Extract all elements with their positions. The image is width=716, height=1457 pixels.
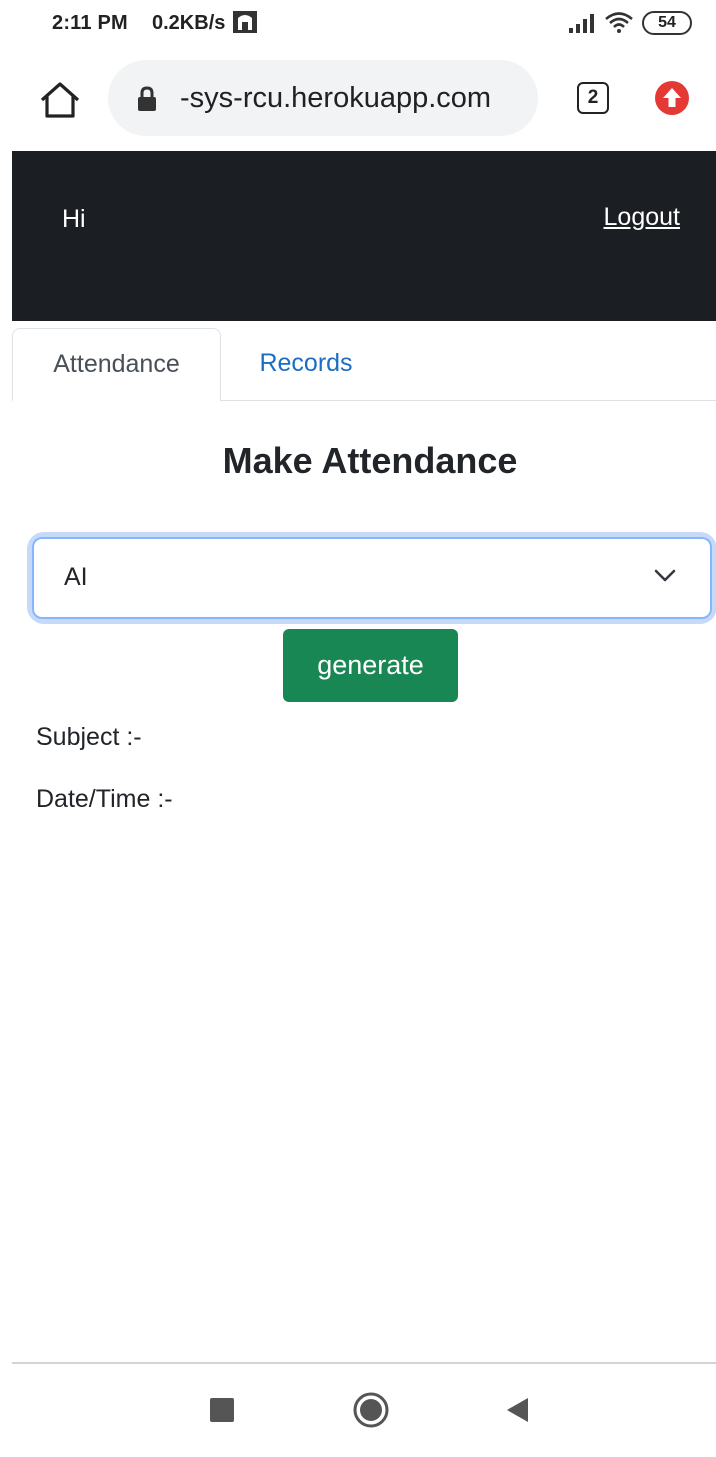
tab-records[interactable]: Records [221, 328, 391, 401]
generate-button[interactable]: generate [283, 629, 458, 702]
lock-icon [138, 86, 156, 111]
status-time: 2:11 PM [52, 12, 128, 34]
tab-attendance[interactable]: Attendance [12, 328, 221, 402]
subject-select[interactable]: AI [32, 537, 712, 619]
wifi-icon [605, 12, 633, 33]
logout-link[interactable]: Logout [604, 203, 680, 232]
subject-select-value: AI [64, 563, 88, 591]
greeting-text: Hi [62, 205, 86, 233]
status-net-speed: 0.2KB/s [152, 12, 226, 34]
status-bar: 2:11 PM 0.2KB/s 54 [0, 0, 716, 50]
subject-label: Subject :- [36, 723, 142, 751]
nav-home-icon[interactable] [352, 1391, 390, 1429]
datetime-label: Date/Time :- [36, 785, 173, 813]
url-text: -sys-rcu.herokuapp.com [180, 82, 492, 114]
notification-icon [233, 11, 257, 33]
subject-select-wrapper: AI [32, 537, 712, 619]
browser-toolbar: -sys-rcu.herokuapp.com 2 [0, 50, 716, 150]
nav-divider [12, 1362, 716, 1364]
nav-recents-icon[interactable] [210, 1398, 234, 1422]
signal-icon [569, 14, 594, 33]
nav-back-icon[interactable] [503, 1395, 531, 1425]
battery-indicator: 54 [642, 11, 692, 35]
update-icon[interactable] [654, 80, 690, 116]
page-title: Make Attendance [222, 440, 518, 481]
chevron-down-icon [654, 569, 676, 582]
address-bar[interactable]: -sys-rcu.herokuapp.com [108, 60, 538, 136]
home-icon[interactable] [38, 80, 82, 120]
tab-strip: Attendance Records [12, 328, 716, 402]
tab-switcher-button[interactable]: 2 [577, 82, 609, 114]
app-header: Hi Logout [12, 151, 716, 321]
